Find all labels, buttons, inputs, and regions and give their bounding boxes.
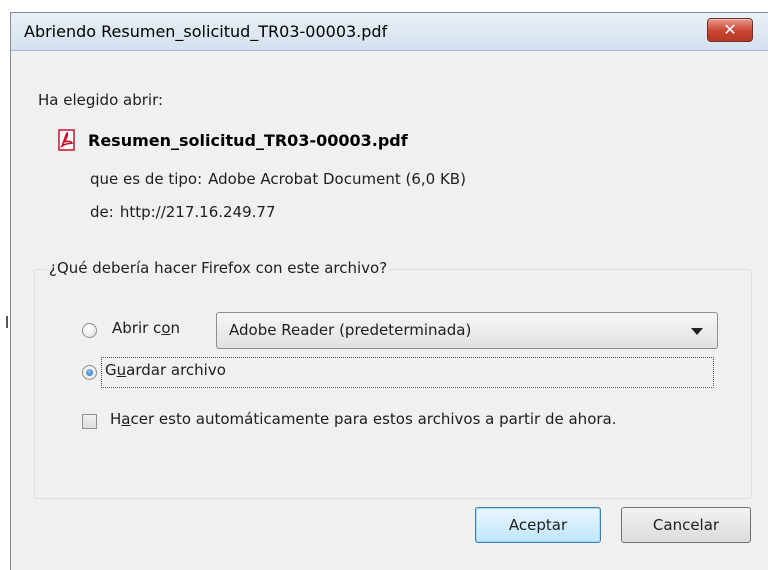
cancel-button[interactable]: Cancelar <box>621 507 751 543</box>
file-source-row: de: http://217.16.249.77 <box>90 203 282 221</box>
open-with-label[interactable]: Abrir con <box>112 319 180 337</box>
file-name: Resumen_solicitud_TR03-00003.pdf <box>88 130 408 150</box>
auto-action-label[interactable]: Hacer esto automáticamente para estos ar… <box>110 410 617 428</box>
pdf-icon <box>56 129 78 151</box>
close-icon: ✕ <box>723 20 737 39</box>
title-bar[interactable]: Abriendo Resumen_solicitud_TR03-00003.pd… <box>11 13 768 51</box>
file-source-label: de: <box>90 203 114 221</box>
background-window-mark <box>6 316 8 328</box>
auto-action-checkbox[interactable] <box>82 414 97 429</box>
open-with-app-select[interactable]: Adobe Reader (predeterminada) <box>216 312 718 349</box>
file-type-value: Adobe Acrobat Document (6,0 KB) <box>208 170 466 188</box>
action-group-legend: ¿Qué debería hacer Firefox con este arch… <box>47 259 390 277</box>
download-dialog: Abriendo Resumen_solicitud_TR03-00003.pd… <box>10 12 768 570</box>
open-with-app-value: Adobe Reader (predeterminada) <box>229 321 472 339</box>
open-with-radio[interactable] <box>82 323 97 338</box>
file-type-label: que es de tipo: <box>90 170 203 188</box>
accept-button[interactable]: Aceptar <box>475 507 601 543</box>
action-groupbox: ¿Qué debería hacer Firefox con este arch… <box>34 259 752 499</box>
file-type-row: que es de tipo: Adobe Acrobat Document (6… <box>90 170 472 188</box>
close-button[interactable]: ✕ <box>707 18 753 42</box>
dialog-content: Ha elegido abrir: Resumen_solicitud_TR03… <box>11 51 768 570</box>
file-source-value: http://217.16.249.77 <box>119 203 276 221</box>
window-title: Abriendo Resumen_solicitud_TR03-00003.pd… <box>24 22 388 41</box>
save-file-radio[interactable] <box>82 365 97 380</box>
save-file-label[interactable]: Guardar archivo <box>105 361 226 379</box>
chevron-down-icon <box>691 328 703 335</box>
chosen-label: Ha elegido abrir: <box>38 91 164 109</box>
file-row: Resumen_solicitud_TR03-00003.pdf <box>56 129 408 151</box>
